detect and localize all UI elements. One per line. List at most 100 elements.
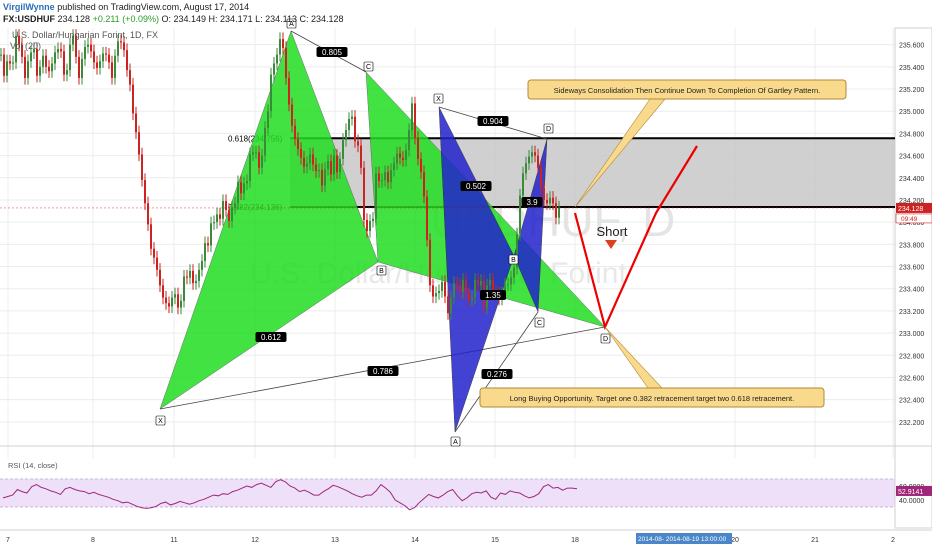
candle-body [243, 183, 245, 194]
candle-body [411, 103, 413, 131]
volume-legend[interactable]: Vol (20) [10, 41, 41, 51]
candle-body [144, 179, 146, 204]
ratio-label-text: 1.35 [485, 291, 501, 300]
price-tick-label: 232.400 [899, 398, 924, 405]
callout-bottom-text: Long Buying Opportunity. Target one 0.38… [510, 394, 794, 403]
instrument-legend[interactable]: U.S. Dollar/Hungarian Forint, 1D, FX [12, 30, 158, 40]
time-cursor-text: 2014-08- 2014-08-19 13:00:00 [638, 536, 727, 543]
candle-body [444, 282, 446, 297]
candle-body [165, 297, 167, 304]
candle-body [330, 161, 332, 175]
candle-body [123, 42, 125, 51]
candle-body [513, 267, 515, 278]
blue-point-c-text: C [537, 320, 542, 327]
rsi-title: RSI (14, close) [8, 461, 58, 470]
price-tick-label: 234.600 [899, 154, 924, 161]
candle-body [315, 164, 317, 172]
candle-body [528, 156, 530, 164]
chart-canvas: 235.600 235.400 235.200 235.000 234.800 234.6… [0, 18, 932, 544]
candle-body [339, 158, 341, 173]
ratio-label: 1.35 [480, 290, 506, 300]
price-change: +0.211 (+0.09%) [92, 14, 159, 24]
candle-body [36, 49, 38, 76]
candle-body [117, 41, 119, 56]
candle-body [252, 152, 254, 155]
candle-body [108, 54, 110, 63]
candle-body [30, 52, 32, 62]
candle-body [390, 169, 392, 183]
candle-body [213, 222, 215, 224]
candle-body [192, 270, 194, 284]
candle-body [54, 52, 56, 64]
candle-body [363, 167, 365, 220]
last-price: 234.128 [57, 14, 91, 24]
candle-body [426, 196, 428, 240]
price-tick-label: 235.000 [899, 109, 924, 116]
candle-body [126, 50, 128, 71]
green-point-b-text: B [379, 268, 384, 275]
candle-body [534, 152, 536, 156]
candle-body [99, 61, 101, 68]
candle-body [240, 182, 242, 194]
short-label: Short [596, 224, 627, 239]
ratio-label-text: 0.502 [466, 182, 487, 191]
candle-body [450, 297, 452, 314]
candle-body [96, 62, 98, 68]
candle-body [210, 223, 212, 246]
candle-body [540, 167, 542, 188]
time-tick-label: 20 [731, 537, 739, 544]
candle-body [387, 172, 389, 183]
green-point-b: B [376, 265, 387, 276]
candle-body [342, 140, 344, 159]
candle-body [336, 155, 338, 173]
high-value: H: 234.171 [208, 14, 253, 24]
candle-body [255, 152, 257, 154]
candle-body [147, 203, 149, 225]
candle-body [348, 118, 350, 131]
candle-body [234, 203, 236, 208]
candle-body [57, 49, 59, 53]
candle-body [456, 283, 458, 285]
candle-body [552, 197, 554, 204]
ratio-label-text: 0.612 [261, 333, 282, 342]
candle-body [0, 54, 2, 56]
candle-body [468, 293, 470, 300]
candle-body [12, 62, 14, 64]
candle-body [3, 54, 5, 76]
candle-body [303, 157, 305, 167]
time-tick-label: 2 [891, 537, 895, 544]
candle-body [84, 46, 86, 60]
blue-point-b: B [508, 254, 519, 265]
author-link[interactable]: VirgilWynne [3, 2, 55, 12]
candle-body [90, 44, 92, 52]
price-tick-label: 233.200 [899, 309, 924, 316]
candle-body [189, 270, 191, 278]
time-tick-label: 8 [91, 537, 95, 544]
candle-body [114, 55, 116, 78]
open-value: O: 234.149 [161, 14, 207, 24]
publish-info: published on TradingView.com, August 17,… [57, 2, 250, 12]
time-tick-label: 13 [331, 537, 339, 544]
time-tick-label: 11 [170, 537, 177, 544]
candle-body [156, 257, 158, 270]
candle-body [66, 70, 68, 75]
candle-body [105, 53, 107, 55]
candle-body [150, 224, 152, 249]
candle-body [24, 56, 26, 78]
symbol-label[interactable]: FX:USDHUF [3, 14, 55, 24]
candle-body [288, 77, 290, 105]
candle-body [270, 74, 272, 112]
rsi-current-text: 52.9141 [898, 489, 923, 496]
candle-body [258, 152, 260, 168]
candle-body [294, 125, 296, 139]
candle-body [27, 61, 29, 78]
candle-body [420, 158, 422, 173]
candle-body [399, 153, 401, 158]
blue-point-b-text: B [511, 257, 516, 264]
candle-body [477, 279, 479, 286]
candle-body [237, 182, 239, 204]
ratio-label: 0.276 [481, 369, 513, 379]
green-point-d-text: D [603, 336, 608, 343]
candle-body [438, 290, 440, 294]
candle-body [372, 218, 374, 222]
